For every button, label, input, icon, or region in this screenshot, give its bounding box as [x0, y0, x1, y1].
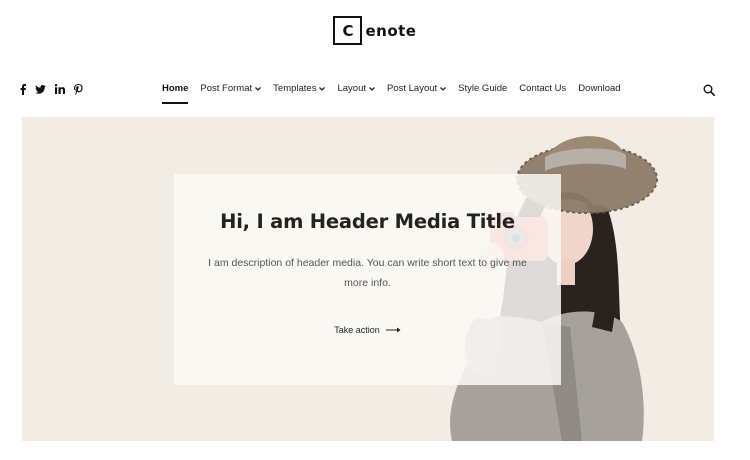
nav-item-post-format[interactable]: Post Format	[200, 83, 262, 94]
main-navigation: Home Post Format Templates Layout Post L…	[0, 80, 750, 104]
header-media-card: Hi, I am Header Media Title I am descrip…	[174, 174, 561, 385]
nav-item-label: Download	[578, 83, 621, 94]
take-action-link[interactable]: Take action	[334, 325, 401, 335]
nav-item-templates[interactable]: Templates	[273, 83, 326, 94]
social-links	[20, 82, 83, 96]
nav-item-layout[interactable]: Layout	[337, 83, 375, 94]
search-icon[interactable]	[703, 83, 715, 101]
nav-item-download[interactable]: Download	[578, 83, 620, 94]
header-media: Hi, I am Header Media Title I am descrip…	[22, 117, 714, 441]
linkedin-icon[interactable]	[55, 82, 65, 96]
nav-item-label: Templates	[273, 83, 317, 94]
nav-item-home[interactable]: Home	[162, 83, 189, 104]
site-logo[interactable]: C enote	[0, 16, 750, 45]
chevron-down-icon	[440, 86, 447, 91]
pinterest-icon[interactable]	[74, 82, 83, 96]
facebook-icon[interactable]	[20, 82, 26, 96]
nav-item-style-guide[interactable]: Style Guide	[458, 83, 507, 94]
chevron-down-icon	[369, 86, 375, 91]
nav-item-label: Home	[162, 83, 189, 94]
header-media-title: Hi, I am Header Media Title	[220, 210, 515, 233]
header-media-description: I am description of header media. You ca…	[208, 257, 527, 289]
nav-item-label: Post Layout	[387, 83, 438, 94]
twitter-icon[interactable]	[35, 82, 46, 96]
nav-item-label: Style Guide	[458, 83, 508, 94]
take-action-label: Take action	[334, 325, 380, 335]
chevron-down-icon	[255, 86, 262, 91]
logo-mark: C	[333, 16, 363, 45]
nav-item-label: Layout	[337, 83, 366, 94]
logo-text: enote	[365, 21, 417, 40]
arrow-right-icon	[385, 327, 401, 333]
chevron-down-icon	[319, 86, 326, 91]
nav-item-label: Contact Us	[519, 83, 567, 94]
nav-item-contact-us[interactable]: Contact Us	[519, 83, 566, 94]
nav-item-post-layout[interactable]: Post Layout	[387, 83, 447, 94]
nav-item-label: Post Format	[200, 83, 253, 94]
primary-menu: Home Post Format Templates Layout Post L…	[162, 83, 633, 104]
